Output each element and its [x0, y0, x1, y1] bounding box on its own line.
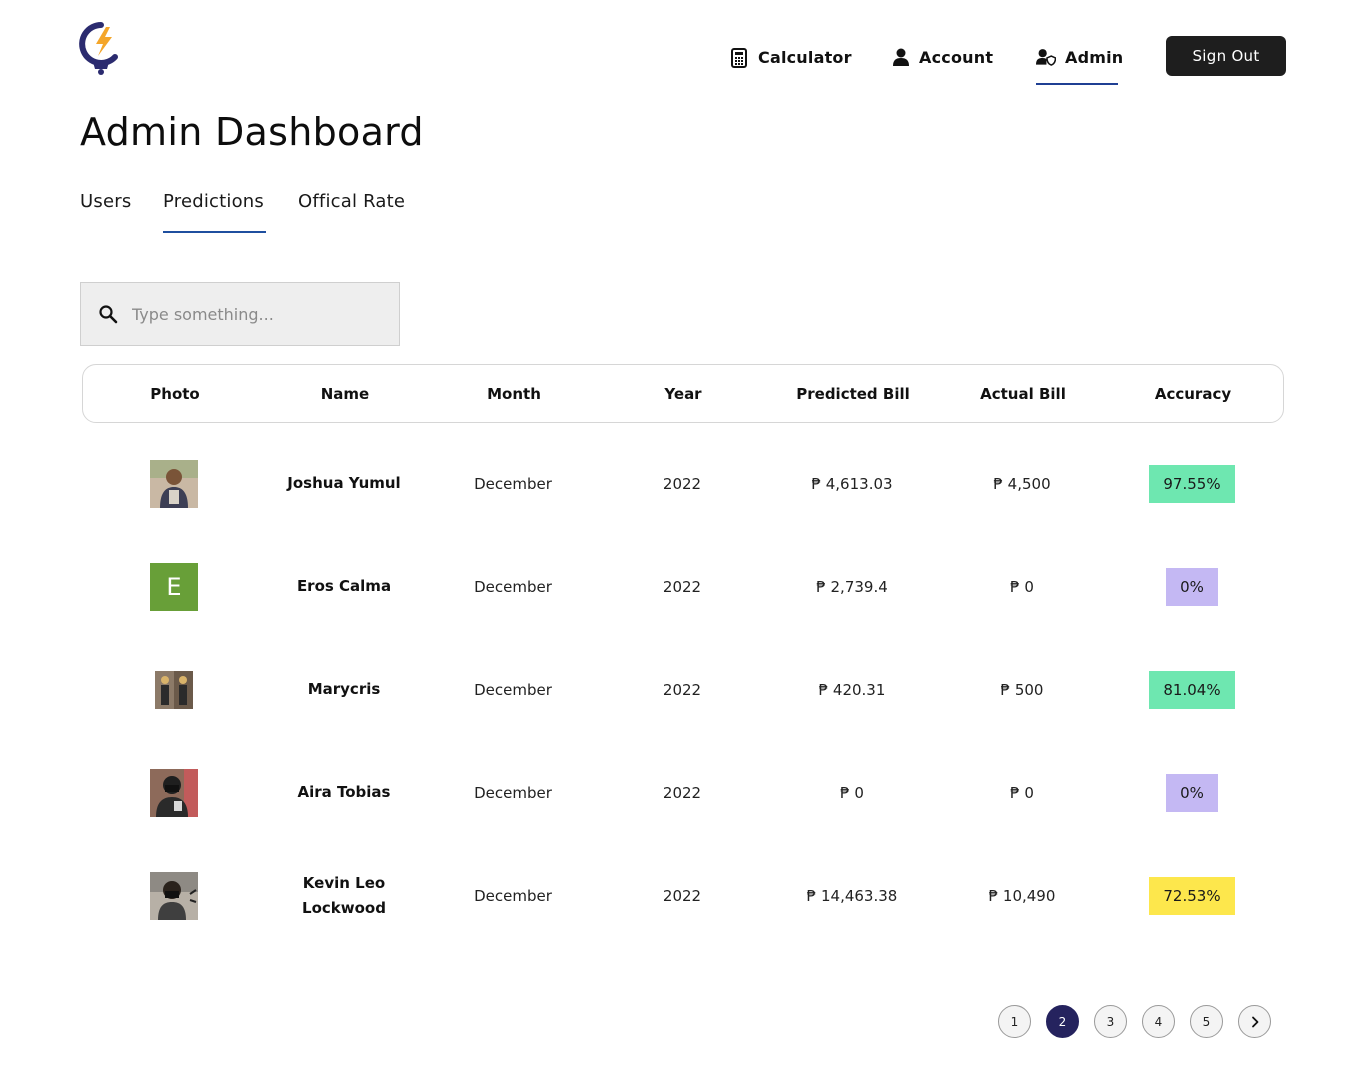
page-button-4[interactable]: 4 — [1142, 1005, 1175, 1038]
user-name: Kevin Leo Lockwood — [257, 844, 431, 947]
table-row[interactable]: Aira Tobias December 2022 ₱ 0 ₱ 0 0% — [82, 741, 1284, 844]
predicted-bill-cell: ₱ 2,739.4 — [816, 577, 888, 596]
user-name: Aira Tobias — [297, 783, 391, 801]
sign-out-button[interactable]: Sign Out — [1166, 36, 1286, 76]
search-box — [80, 282, 400, 346]
month-cell: December — [474, 680, 552, 699]
search-icon — [98, 304, 118, 324]
actual-bill-cell: ₱ 500 — [1000, 680, 1044, 699]
predicted-bill-cell: ₱ 420.31 — [818, 680, 886, 699]
tab-predictions[interactable]: Predictions — [163, 191, 264, 212]
actual-bill-cell: ₱ 4,500 — [993, 474, 1051, 493]
user-name: Eros Calma — [296, 577, 392, 595]
predicted-bill-cell: ₱ 4,613.03 — [811, 474, 893, 493]
user-photo — [150, 459, 198, 508]
page-title: Admin Dashboard — [80, 110, 424, 154]
table-row[interactable]: Joshua Yumul December 2022 ₱ 4,613.03 ₱ … — [82, 432, 1284, 535]
page-button-1[interactable]: 1 — [998, 1005, 1031, 1038]
year-cell: 2022 — [662, 577, 702, 596]
user-photo — [155, 670, 193, 709]
nav-admin-label: Admin — [1065, 47, 1124, 67]
chevron-right-icon — [1249, 1016, 1261, 1028]
accuracy-badge: 72.53% — [1149, 876, 1235, 915]
year-cell: 2022 — [662, 886, 702, 905]
actual-bill-cell: ₱ 0 — [1010, 783, 1034, 802]
user-photo — [150, 871, 198, 920]
page-button-3[interactable]: 3 — [1094, 1005, 1127, 1038]
table-row[interactable]: Kevin Leo Lockwood December 2022 ₱ 14,46… — [82, 844, 1284, 947]
nav-active-indicator — [1036, 83, 1118, 85]
nav-account-label: Account — [919, 47, 994, 67]
tab-active-indicator — [163, 231, 266, 233]
nav-calculator-label: Calculator — [758, 47, 852, 67]
user-icon — [892, 48, 910, 66]
nav-calculator[interactable]: Calculator — [731, 46, 852, 68]
accuracy-badge: 0% — [1166, 567, 1218, 606]
table-row[interactable]: Marycris December 2022 ₱ 420.31 ₱ 500 81… — [82, 638, 1284, 741]
tab-users[interactable]: Users — [80, 191, 131, 212]
user-name-text: Kevin Leo Lockwood — [302, 873, 386, 917]
actual-bill-cell: ₱ 0 — [1010, 577, 1034, 596]
year-cell: 2022 — [662, 474, 702, 493]
column-header-photo[interactable]: Photo — [150, 365, 200, 422]
column-header-month[interactable]: Month — [439, 365, 589, 422]
nav-admin[interactable]: Admin — [1036, 46, 1123, 68]
accuracy-badge: 0% — [1166, 773, 1218, 812]
search-input[interactable] — [132, 304, 372, 324]
column-header-accuracy[interactable]: Accuracy — [1113, 365, 1273, 422]
user-shield-icon — [1036, 48, 1056, 66]
predicted-bill-cell: ₱ 14,463.38 — [806, 886, 898, 905]
next-page-button[interactable] — [1238, 1005, 1271, 1038]
month-cell: December — [474, 886, 552, 905]
avatar-letter: E — [150, 562, 198, 611]
user-photo — [150, 768, 198, 817]
page-button-2[interactable]: 2 — [1046, 1005, 1079, 1038]
predicted-bill-cell: ₱ 0 — [840, 783, 864, 802]
page-button-5[interactable]: 5 — [1190, 1005, 1223, 1038]
table-header: Photo Name Month Year Predicted Bill Act… — [82, 364, 1284, 423]
column-header-name[interactable]: Name — [258, 365, 432, 422]
table-row[interactable]: E Eros Calma December 2022 ₱ 2,739.4 ₱ 0… — [82, 535, 1284, 638]
month-cell: December — [474, 474, 552, 493]
tab-official-rate[interactable]: Offical Rate — [298, 191, 405, 212]
column-header-year[interactable]: Year — [633, 365, 733, 422]
nav-account[interactable]: Account — [892, 46, 993, 68]
user-name: Joshua Yumul — [287, 474, 401, 492]
month-cell: December — [474, 577, 552, 596]
year-cell: 2022 — [662, 680, 702, 699]
column-header-predicted-bill[interactable]: Predicted Bill — [773, 365, 933, 422]
calculator-icon — [731, 48, 749, 68]
top-nav: Calculator Account Admin — [0, 36, 1366, 96]
year-cell: 2022 — [662, 783, 702, 802]
user-name: Marycris — [307, 680, 381, 698]
month-cell: December — [474, 783, 552, 802]
accuracy-badge: 97.55% — [1149, 464, 1235, 503]
actual-bill-cell: ₱ 10,490 — [988, 886, 1056, 905]
accuracy-badge: 81.04% — [1149, 670, 1235, 709]
column-header-actual-bill[interactable]: Actual Bill — [943, 365, 1103, 422]
